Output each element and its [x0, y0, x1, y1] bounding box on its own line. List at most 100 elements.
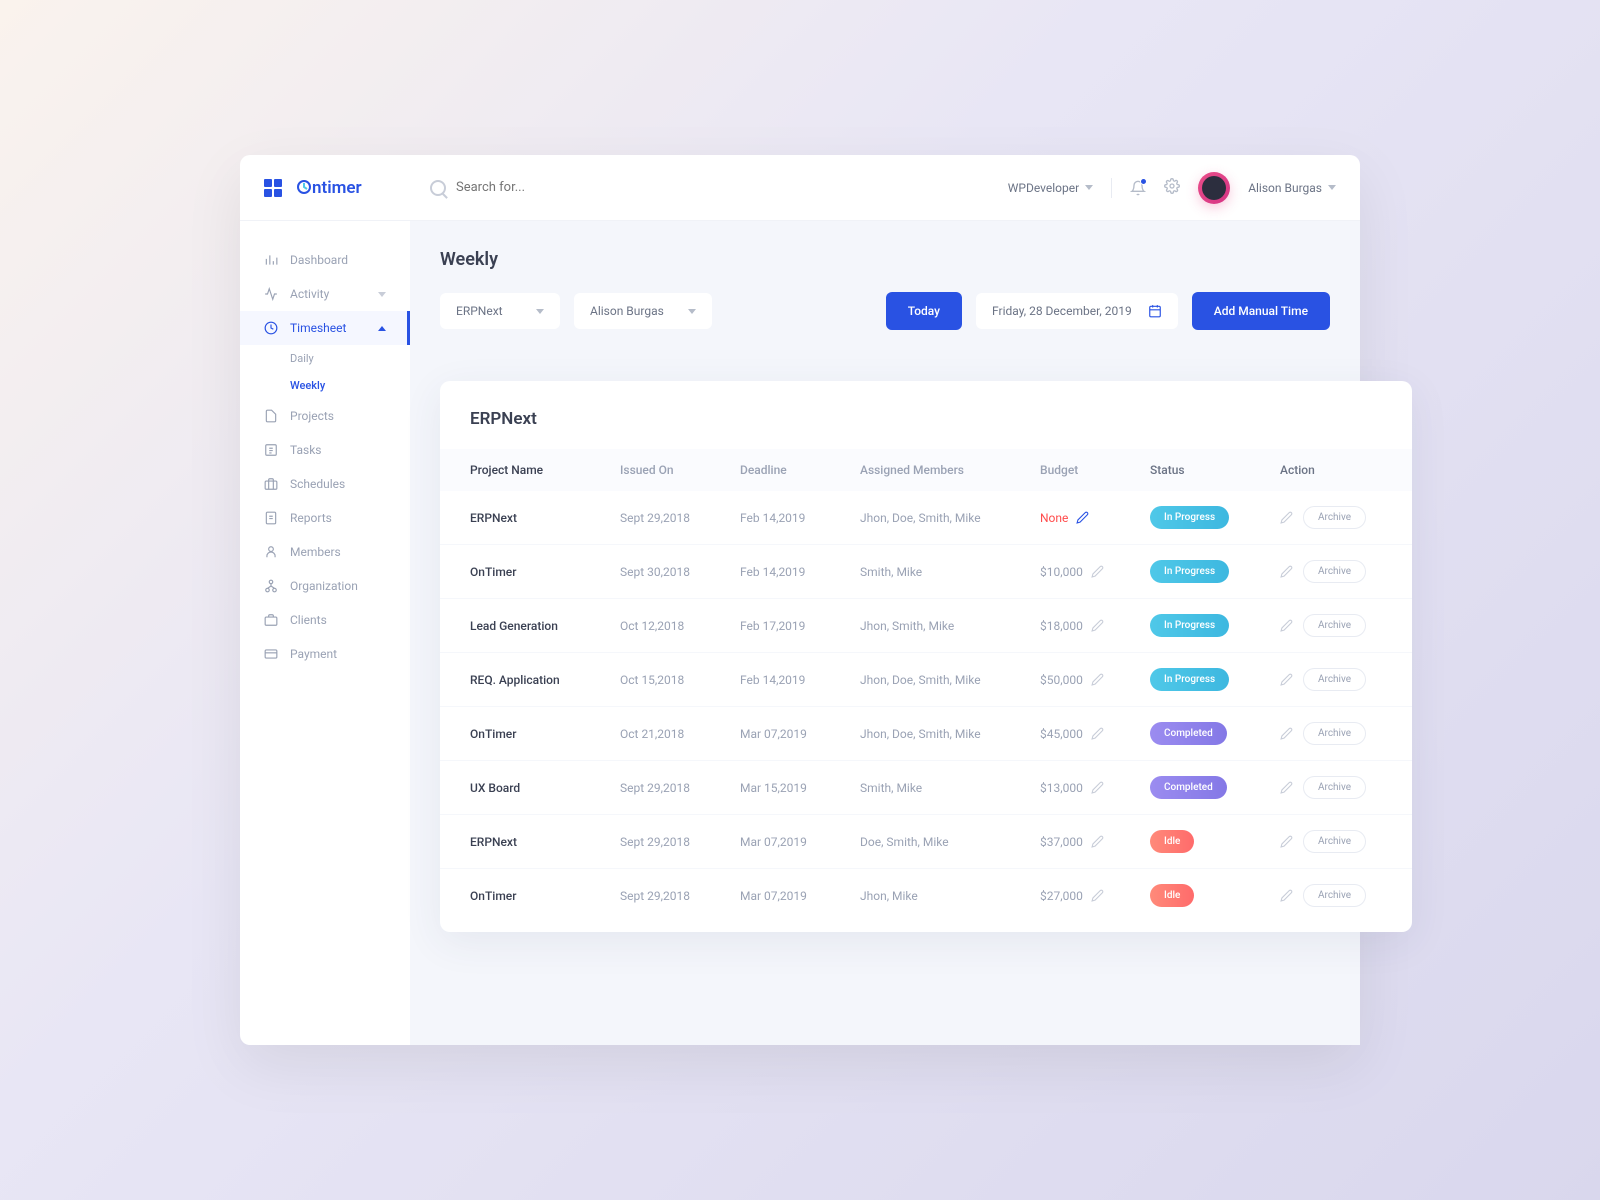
edit-icon[interactable] [1280, 565, 1293, 578]
settings-icon[interactable] [1164, 178, 1180, 198]
archive-button[interactable]: Archive [1303, 884, 1366, 907]
cell-action: Archive [1280, 722, 1382, 745]
search-input[interactable] [456, 180, 656, 195]
sidebar-item-clients[interactable]: Clients [240, 603, 410, 637]
archive-button[interactable]: Archive [1303, 830, 1366, 853]
chevron-down-icon [1328, 185, 1336, 190]
archive-button[interactable]: Archive [1303, 722, 1366, 745]
cell-status: In Progress [1150, 614, 1280, 637]
cell-members: Doe, Smith, Mike [860, 835, 1040, 849]
status-badge: In Progress [1150, 614, 1229, 637]
cell-budget: $50,000 [1040, 673, 1150, 687]
sidebar-item-reports[interactable]: Reports [240, 501, 410, 535]
cell-deadline: Mar 15,2019 [740, 781, 860, 795]
archive-button[interactable]: Archive [1303, 776, 1366, 799]
edit-icon[interactable] [1280, 619, 1293, 632]
sidebar-subitem-daily[interactable]: Daily [290, 345, 410, 372]
notification-dot [1140, 178, 1147, 185]
col-deadline: Deadline [740, 463, 860, 477]
today-button[interactable]: Today [886, 292, 962, 330]
edit-icon[interactable] [1091, 619, 1104, 632]
cell-budget: $18,000 [1040, 619, 1150, 633]
edit-icon[interactable] [1280, 781, 1293, 794]
edit-icon[interactable] [1091, 889, 1104, 902]
edit-icon[interactable] [1091, 835, 1104, 848]
activity-icon [264, 287, 278, 301]
cell-issued: Sept 29,2018 [620, 781, 740, 795]
edit-icon[interactable] [1076, 511, 1089, 524]
user-menu[interactable]: Alison Burgas [1248, 181, 1336, 195]
sidebar-item-organization[interactable]: Organization [240, 569, 410, 603]
cell-deadline: Feb 14,2019 [740, 673, 860, 687]
col-members: Assigned Members [860, 463, 1040, 477]
cell-budget: $13,000 [1040, 781, 1150, 795]
edit-icon[interactable] [1280, 511, 1293, 524]
sidebar-subitem-weekly[interactable]: Weekly [290, 372, 410, 399]
col-issued-on: Issued On [620, 463, 740, 477]
cell-members: Smith, Mike [860, 565, 1040, 579]
cell-issued: Sept 29,2018 [620, 889, 740, 903]
workspace-dropdown[interactable]: WPDeveloper [1008, 181, 1093, 195]
calendar-icon [1148, 304, 1162, 318]
status-badge: In Progress [1150, 668, 1229, 691]
clients-icon [264, 613, 278, 627]
cell-deadline: Feb 17,2019 [740, 619, 860, 633]
organization-icon [264, 579, 278, 593]
cell-issued: Sept 30,2018 [620, 565, 740, 579]
cell-action: Archive [1280, 830, 1382, 853]
cell-budget: $27,000 [1040, 889, 1150, 903]
archive-button[interactable]: Archive [1303, 560, 1366, 583]
topbar-right: WPDeveloper Alison Burgas [1008, 172, 1336, 204]
edit-icon[interactable] [1280, 835, 1293, 848]
table-row: OnTimerSept 29,2018Mar 07,2019Jhon, Mike… [440, 869, 1412, 922]
user-select[interactable]: Alison Burgas [574, 293, 712, 329]
cell-status: Idle [1150, 884, 1280, 907]
payment-icon [264, 647, 278, 661]
archive-button[interactable]: Archive [1303, 668, 1366, 691]
table-row: UX BoardSept 29,2018Mar 15,2019Smith, Mi… [440, 761, 1412, 815]
edit-icon[interactable] [1091, 781, 1104, 794]
apps-grid-icon[interactable] [264, 179, 282, 197]
cell-members: Jhon, Smith, Mike [860, 619, 1040, 633]
add-manual-time-button[interactable]: Add Manual Time [1192, 292, 1330, 330]
edit-icon[interactable] [1091, 673, 1104, 686]
sidebar-item-schedules[interactable]: Schedules [240, 467, 410, 501]
archive-button[interactable]: Archive [1303, 614, 1366, 637]
table-row: Lead GenerationOct 12,2018Feb 17,2019Jho… [440, 599, 1412, 653]
tasks-icon [264, 443, 278, 457]
archive-button[interactable]: Archive [1303, 506, 1366, 529]
edit-icon[interactable] [1091, 565, 1104, 578]
cell-deadline: Feb 14,2019 [740, 565, 860, 579]
date-picker[interactable]: Friday, 28 December, 2019 [976, 293, 1178, 329]
sidebar-item-projects[interactable]: Projects [240, 399, 410, 433]
cell-action: Archive [1280, 560, 1382, 583]
cell-deadline: Mar 07,2019 [740, 889, 860, 903]
edit-icon[interactable] [1280, 889, 1293, 902]
sidebar-item-members[interactable]: Members [240, 535, 410, 569]
card-title: ERPNext [440, 409, 1412, 449]
col-budget: Budget [1040, 463, 1150, 477]
sidebar-item-tasks[interactable]: Tasks [240, 433, 410, 467]
chevron-down-icon [536, 309, 544, 314]
cell-issued: Oct 12,2018 [620, 619, 740, 633]
sidebar-item-payment[interactable]: Payment [240, 637, 410, 671]
edit-icon[interactable] [1280, 673, 1293, 686]
col-project-name: Project Name [470, 463, 620, 477]
cell-deadline: Feb 14,2019 [740, 511, 860, 525]
notifications-icon[interactable] [1130, 180, 1146, 196]
sidebar-item-timesheet[interactable]: Timesheet [240, 311, 410, 345]
cell-issued: Oct 21,2018 [620, 727, 740, 741]
project-select[interactable]: ERPNext [440, 293, 560, 329]
main: Dashboard Activity Timesheet Daily Weekl… [240, 221, 1360, 1045]
cell-members: Jhon, Doe, Smith, Mike [860, 673, 1040, 687]
edit-icon[interactable] [1280, 727, 1293, 740]
table-row: OnTimerOct 21,2018Mar 07,2019Jhon, Doe, … [440, 707, 1412, 761]
chevron-up-icon [378, 326, 386, 331]
edit-icon[interactable] [1091, 727, 1104, 740]
sidebar-item-dashboard[interactable]: Dashboard [240, 243, 410, 277]
avatar[interactable] [1198, 172, 1230, 204]
clock-icon [264, 321, 278, 335]
cell-deadline: Mar 07,2019 [740, 727, 860, 741]
sidebar-item-activity[interactable]: Activity [240, 277, 410, 311]
logo-area: ntimer [264, 178, 410, 198]
